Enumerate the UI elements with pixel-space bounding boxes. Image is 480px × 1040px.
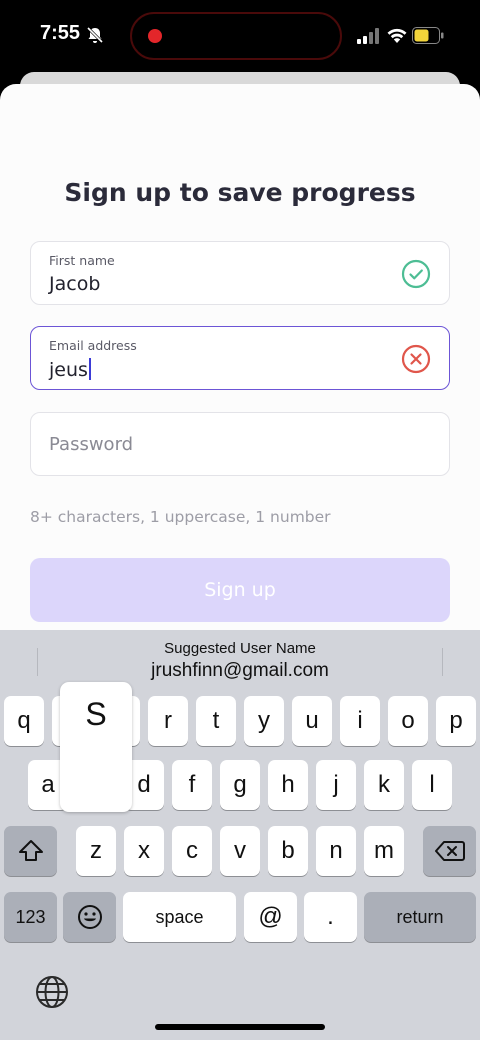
suggestion-value: jrushfinn@gmail.com xyxy=(151,660,329,681)
password-hint: 8+ characters, 1 uppercase, 1 number xyxy=(30,508,331,526)
delete-icon xyxy=(434,841,465,861)
key-u[interactable]: u xyxy=(292,696,332,746)
first-name-field[interactable]: First name Jacob xyxy=(30,241,450,305)
emoji-icon xyxy=(77,905,102,929)
key-o[interactable]: o xyxy=(388,696,428,746)
key-y[interactable]: y xyxy=(244,696,284,746)
emoji-key[interactable] xyxy=(63,892,116,942)
status-time: 7:55 xyxy=(40,22,81,44)
key-m[interactable]: m xyxy=(364,826,404,876)
space-key[interactable]: space xyxy=(123,892,236,942)
first-name-value: Jacob xyxy=(49,273,101,295)
key-z[interactable]: z xyxy=(76,826,116,876)
password-field[interactable]: Password xyxy=(30,412,450,476)
sign-up-button[interactable]: Sign up xyxy=(30,558,450,622)
at-key[interactable]: @ xyxy=(244,892,297,942)
email-text: jeus xyxy=(49,359,88,381)
email-value: jeus xyxy=(49,358,91,381)
key-j[interactable]: j xyxy=(316,760,356,810)
key-k[interactable]: k xyxy=(364,760,404,810)
text-cursor xyxy=(88,358,91,380)
key-f[interactable]: f xyxy=(172,760,212,810)
numbers-key[interactable]: 123 xyxy=(4,892,57,942)
key-t[interactable]: t xyxy=(196,696,236,746)
autofill-suggestion[interactable]: Suggested User Name jrushfinn@gmail.com xyxy=(0,630,480,690)
key-n[interactable]: n xyxy=(316,826,356,876)
shift-icon xyxy=(18,840,43,861)
key-r[interactable]: r xyxy=(148,696,188,746)
key-popup: S xyxy=(60,682,132,812)
email-field[interactable]: Email address jeus xyxy=(30,326,450,390)
key-c[interactable]: c xyxy=(172,826,212,876)
key-popup-letter: S xyxy=(85,696,107,732)
home-indicator xyxy=(155,1024,325,1030)
error-circle-icon xyxy=(401,344,431,374)
key-p[interactable]: p xyxy=(436,696,476,746)
password-placeholder: Password xyxy=(49,434,134,455)
key-h[interactable]: h xyxy=(268,760,308,810)
key-l[interactable]: l xyxy=(412,760,452,810)
return-key[interactable]: return xyxy=(364,892,476,942)
delete-key[interactable] xyxy=(423,826,476,876)
shift-key[interactable] xyxy=(4,826,57,876)
suggestion-title: Suggested User Name xyxy=(164,640,316,657)
recording-indicator-icon xyxy=(148,29,162,43)
battery-icon xyxy=(412,27,444,44)
key-b[interactable]: b xyxy=(268,826,308,876)
check-circle-icon xyxy=(401,259,431,289)
key-v[interactable]: v xyxy=(220,826,260,876)
first-name-label: First name xyxy=(49,253,115,268)
cellular-signal-icon xyxy=(357,28,379,44)
wifi-icon xyxy=(387,28,407,43)
key-i[interactable]: i xyxy=(340,696,380,746)
silent-bell-icon xyxy=(86,26,104,44)
key-q[interactable]: q xyxy=(4,696,44,746)
globe-icon[interactable] xyxy=(34,974,70,1010)
key-x[interactable]: x xyxy=(124,826,164,876)
dynamic-island xyxy=(130,12,342,60)
email-label: Email address xyxy=(49,338,137,353)
key-g[interactable]: g xyxy=(220,760,260,810)
dot-key[interactable]: . xyxy=(304,892,357,942)
status-bar: 7:55 xyxy=(0,0,480,72)
page-title: Sign up to save progress xyxy=(64,178,416,207)
